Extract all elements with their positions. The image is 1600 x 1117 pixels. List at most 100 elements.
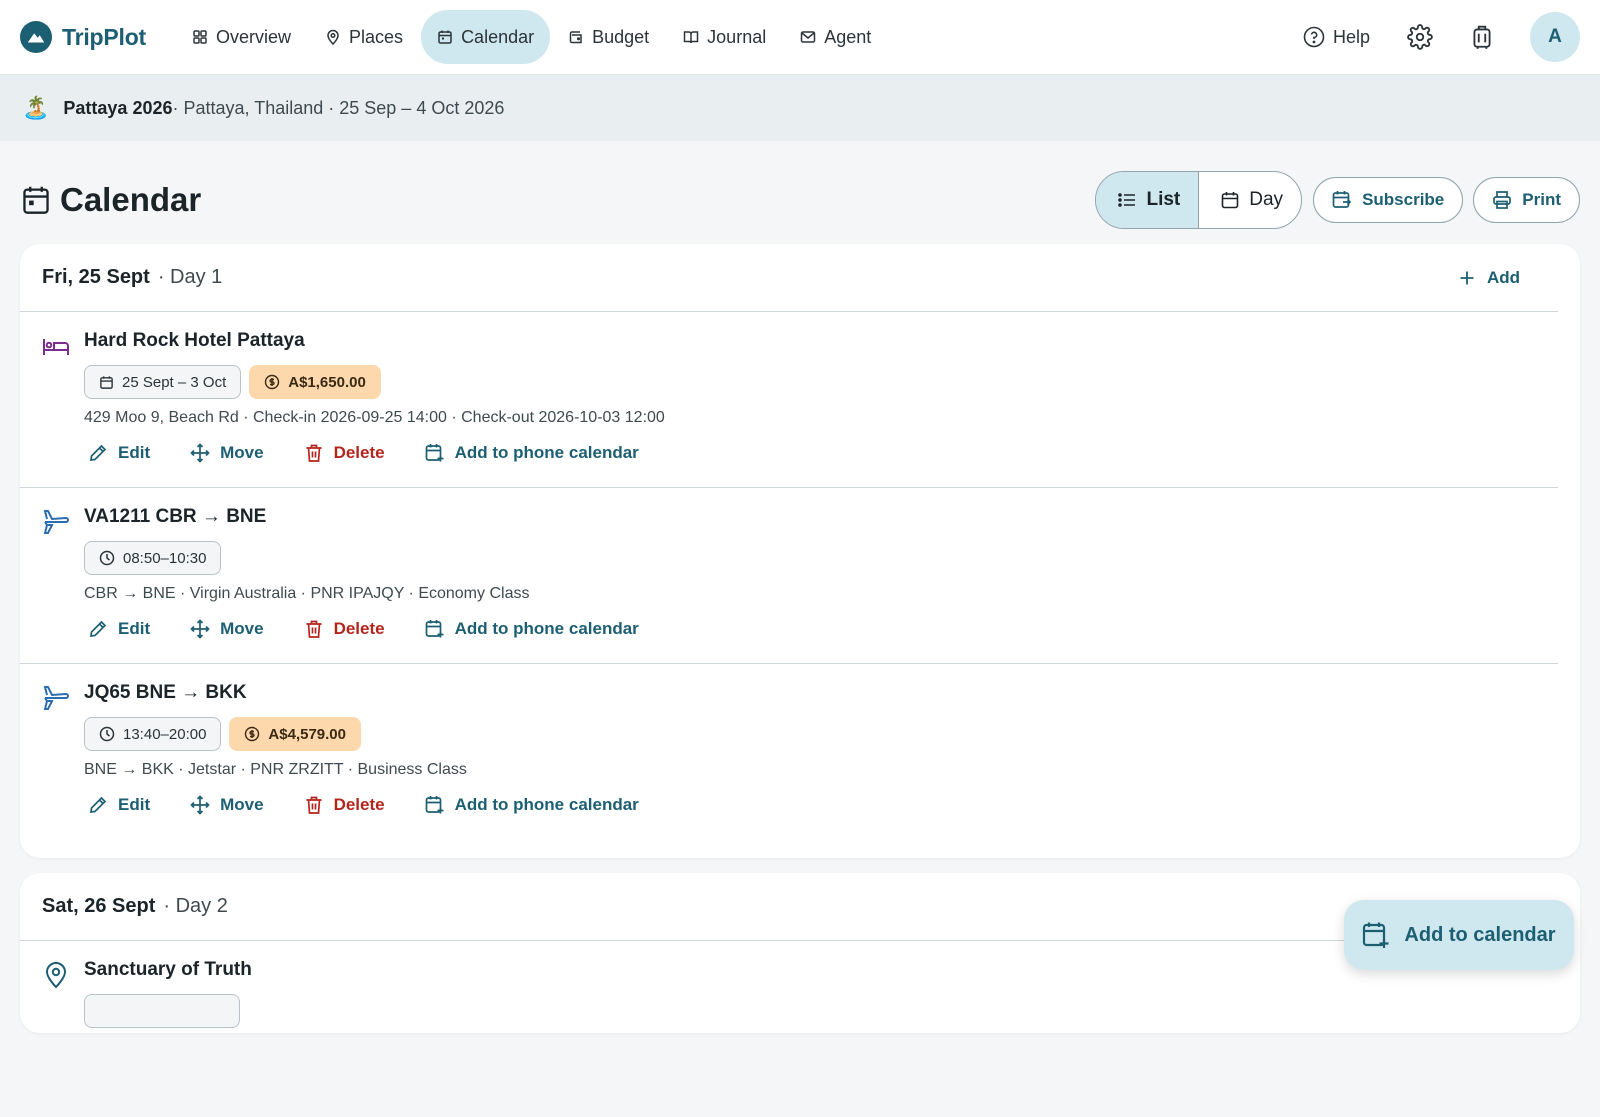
delete-label: Delete bbox=[333, 619, 385, 638]
move-button[interactable]: Move bbox=[190, 443, 264, 463]
entry-title[interactable]: Hard Rock Hotel Pattaya bbox=[84, 330, 1558, 356]
entry-detail: 429 Moo 9, Beach Rd · Check-in 2026-09-2… bbox=[84, 409, 665, 426]
entry-chips: 08:50–10:30 bbox=[84, 541, 1558, 575]
nav-journal[interactable]: Journal bbox=[667, 10, 782, 64]
time-chip: 13:40–20:00 bbox=[84, 717, 222, 751]
plane-icon bbox=[43, 686, 69, 710]
trip-details: · Pattaya, Thailand · 25 Sep – 4 Oct 202… bbox=[172, 97, 505, 118]
nav-right: Help A bbox=[1303, 12, 1580, 62]
settings-button[interactable] bbox=[1406, 23, 1434, 51]
calendar-plus-icon bbox=[425, 620, 444, 638]
day-date: Fri, 25 Sept bbox=[42, 266, 150, 288]
cost-text: A$1,650.00 bbox=[288, 373, 366, 391]
time-chip: 08:50–10:30 bbox=[84, 541, 222, 575]
move-arrows-icon bbox=[190, 619, 210, 639]
move-button[interactable]: Move bbox=[190, 619, 264, 639]
date-range-text: 25 Sept – 3 Oct bbox=[122, 373, 227, 391]
move-label: Move bbox=[220, 443, 264, 462]
island-emoji-icon: 🏝️ bbox=[22, 95, 50, 120]
calendar-entry: Hard Rock Hotel Pattaya 25 Sept – 3 Oct … bbox=[20, 312, 1558, 488]
luggage-button[interactable] bbox=[1468, 23, 1496, 51]
add-to-phone-calendar-label: Add to phone calendar bbox=[454, 443, 639, 462]
entry-detail: BNE → BKK · Jetstar · PNR ZRZITT · Busin… bbox=[84, 761, 467, 778]
day-header: Sat, 26 Sept · Day 2 bbox=[20, 873, 1558, 941]
view-day-label: Day bbox=[1249, 189, 1284, 210]
entry-actions: Edit Move Delete Add to phone calendar bbox=[88, 795, 1558, 815]
pencil-icon bbox=[90, 796, 107, 813]
edit-button[interactable]: Edit bbox=[88, 795, 150, 815]
trash-icon bbox=[306, 620, 322, 638]
wallet-icon bbox=[569, 31, 582, 44]
plane-icon bbox=[43, 510, 69, 534]
nav-agent[interactable]: Agent bbox=[784, 10, 887, 64]
calendar-entry: JQ65 BNE → BKK 13:40–20:00 A$4,579.00 BN… bbox=[20, 664, 1558, 840]
move-arrows-icon bbox=[190, 443, 210, 463]
view-day-button[interactable]: Day bbox=[1198, 172, 1301, 228]
edit-button[interactable]: Edit bbox=[88, 619, 150, 639]
plus-icon bbox=[1460, 271, 1474, 284]
add-entry-label: Add bbox=[1486, 267, 1520, 287]
day-header: Fri, 25 Sept · Day 1 Add bbox=[20, 244, 1558, 312]
add-to-phone-calendar-button[interactable]: Add to phone calendar bbox=[425, 619, 639, 639]
edit-label: Edit bbox=[118, 795, 151, 814]
calendar-plus-icon bbox=[425, 796, 444, 814]
header-actions: List Day Subscribe Print bbox=[1095, 171, 1580, 229]
page-title-text: Calendar bbox=[60, 181, 202, 218]
nav-calendar[interactable]: Calendar bbox=[421, 10, 551, 64]
entry-chips: 25 Sept – 3 Oct A$1,650.00 bbox=[84, 365, 1558, 399]
delete-button[interactable]: Delete bbox=[304, 619, 385, 639]
nav-journal-label: Journal bbox=[707, 26, 767, 47]
page-header: Calendar List Day Subscribe Print bbox=[22, 170, 1580, 230]
nav-overview[interactable]: Overview bbox=[176, 10, 307, 64]
avatar[interactable]: A bbox=[1530, 12, 1580, 62]
print-button[interactable]: Print bbox=[1473, 177, 1580, 223]
delete-label: Delete bbox=[333, 443, 385, 462]
add-to-calendar-fab[interactable]: Add to calendar bbox=[1344, 900, 1574, 970]
pencil-icon bbox=[90, 620, 107, 637]
delete-button[interactable]: Delete bbox=[304, 795, 385, 815]
calendar-icon bbox=[438, 30, 452, 44]
view-list-label: List bbox=[1146, 189, 1181, 210]
entry-chips bbox=[84, 994, 1558, 1028]
help-button[interactable]: Help bbox=[1303, 26, 1370, 48]
edit-button[interactable]: Edit bbox=[88, 443, 150, 463]
entry-title[interactable]: JQ65 BNE → BKK bbox=[84, 682, 1558, 708]
print-label: Print bbox=[1522, 190, 1561, 209]
add-to-phone-calendar-label: Add to phone calendar bbox=[454, 619, 639, 638]
day-number: · Day 1 bbox=[157, 266, 223, 288]
day-date: Sat, 26 Sept bbox=[42, 895, 156, 917]
trip-name: Pattaya 2026 bbox=[63, 97, 173, 118]
add-entry-button[interactable]: Add bbox=[1459, 268, 1520, 288]
nav-places-label: Places bbox=[349, 26, 404, 47]
subscribe-button[interactable]: Subscribe bbox=[1313, 177, 1464, 223]
cost-text: A$4,579.00 bbox=[268, 725, 346, 743]
calendar-icon bbox=[1221, 192, 1239, 209]
brand[interactable]: TripPlot bbox=[20, 21, 146, 53]
nav-places[interactable]: Places bbox=[309, 10, 419, 64]
brand-name: TripPlot bbox=[62, 23, 147, 50]
move-button[interactable]: Move bbox=[190, 795, 264, 815]
delete-button[interactable]: Delete bbox=[304, 443, 385, 463]
map-pin-icon bbox=[327, 29, 339, 45]
view-list-button[interactable]: List bbox=[1096, 172, 1199, 228]
date-range-chip: 25 Sept – 3 Oct bbox=[84, 365, 242, 399]
calendar-entry: Sanctuary of Truth bbox=[20, 941, 1558, 1117]
entry-actions: Edit Move Delete Add to phone calendar bbox=[88, 619, 1558, 639]
pencil-icon bbox=[90, 444, 107, 461]
nav-budget[interactable]: Budget bbox=[552, 10, 665, 64]
add-to-phone-calendar-button[interactable]: Add to phone calendar bbox=[425, 443, 639, 463]
help-label: Help bbox=[1332, 26, 1370, 47]
add-to-phone-calendar-button[interactable]: Add to phone calendar bbox=[425, 795, 639, 815]
add-to-phone-calendar-label: Add to phone calendar bbox=[454, 795, 639, 814]
subscribe-label: Subscribe bbox=[1362, 190, 1445, 209]
list-icon bbox=[1118, 193, 1136, 207]
calendar-sync-icon bbox=[1332, 191, 1352, 208]
calendar-plus-icon bbox=[1363, 922, 1389, 948]
calendar-icon bbox=[23, 186, 49, 214]
day-card: Fri, 25 Sept · Day 1 Add Hard Rock Hotel… bbox=[20, 244, 1580, 858]
map-pin-icon bbox=[45, 962, 67, 989]
entry-title[interactable]: VA1211 CBR → BNE bbox=[84, 506, 1558, 532]
edit-label: Edit bbox=[118, 443, 151, 462]
trash-icon bbox=[306, 444, 322, 462]
entry-title[interactable]: Sanctuary of Truth bbox=[84, 959, 1558, 985]
